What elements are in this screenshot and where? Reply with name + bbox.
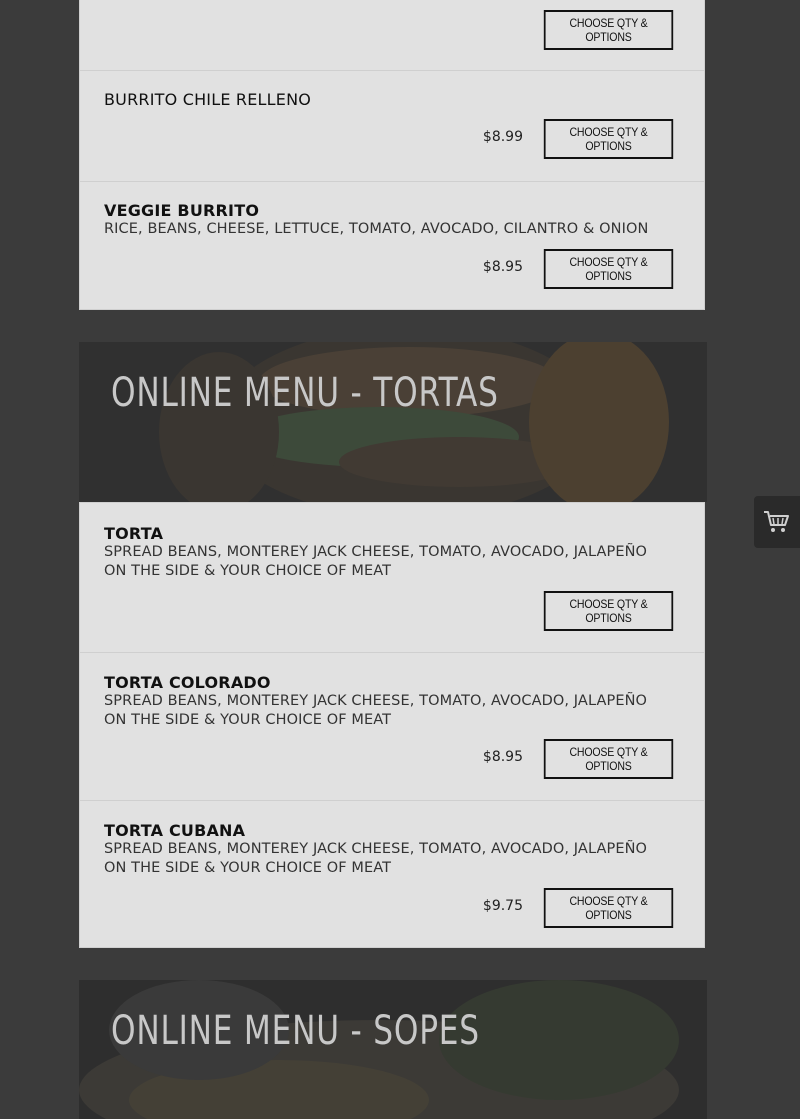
choose-qty-options-button[interactable]: CHOOSE QTY & OPTIONS bbox=[543, 119, 674, 159]
burritos-panel: CHOOSE QTY & OPTIONS BURRITO CHILE RELLE… bbox=[79, 0, 705, 310]
item-price: $8.99 bbox=[482, 129, 523, 145]
item-price: $9.75 bbox=[482, 898, 523, 914]
sopes-banner: ONLINE MENU - SOPES bbox=[79, 980, 707, 1119]
choose-qty-options-button[interactable]: CHOOSE QTY & OPTIONS bbox=[543, 10, 674, 50]
item-name: BURRITO CHILE RELLENO bbox=[104, 90, 312, 109]
item-description: SPREAD BEANS, MONTEREY JACK CHEESE, TOMA… bbox=[104, 693, 648, 728]
item-price: $8.95 bbox=[482, 749, 523, 765]
item-description: RICE, BEANS, CHEESE, LETTUCE, TOMATO, AV… bbox=[104, 221, 649, 237]
item-description: SPREAD BEANS, MONTEREY JACK CHEESE, TOMA… bbox=[104, 544, 648, 579]
item-name: TORTA bbox=[104, 524, 164, 543]
sopes-title: ONLINE MENU - SOPES bbox=[111, 1008, 480, 1054]
shopping-cart-icon bbox=[764, 511, 789, 532]
tortas-banner: ONLINE MENU - TORTAS bbox=[79, 342, 707, 502]
menu-item: CHOOSE QTY & OPTIONS bbox=[80, 0, 704, 71]
item-name: TORTA COLORADO bbox=[104, 673, 271, 692]
item-name: VEGGIE BURRITO bbox=[104, 201, 260, 220]
torta-photo bbox=[79, 342, 707, 502]
menu-item: VEGGIE BURRITO RICE, BEANS, CHEESE, LETT… bbox=[80, 182, 704, 311]
choose-qty-options-button[interactable]: CHOOSE QTY & OPTIONS bbox=[543, 739, 674, 779]
menu-item: TORTA SPREAD BEANS, MONTEREY JACK CHEESE… bbox=[80, 503, 704, 653]
choose-qty-options-button[interactable]: CHOOSE QTY & OPTIONS bbox=[543, 249, 674, 289]
menu-item: TORTA CUBANA SPREAD BEANS, MONTEREY JACK… bbox=[80, 801, 704, 949]
choose-qty-options-button[interactable]: CHOOSE QTY & OPTIONS bbox=[543, 591, 674, 631]
menu-item: BURRITO CHILE RELLENO $8.99 CHOOSE QTY &… bbox=[80, 71, 704, 182]
tortas-title: ONLINE MENU - TORTAS bbox=[111, 370, 499, 416]
cart-button[interactable] bbox=[754, 496, 800, 548]
choose-qty-options-button[interactable]: CHOOSE QTY & OPTIONS bbox=[543, 888, 674, 928]
item-name: TORTA CUBANA bbox=[104, 821, 246, 840]
menu-page: CHOOSE QTY & OPTIONS BURRITO CHILE RELLE… bbox=[0, 0, 800, 1119]
tortas-panel: TORTA SPREAD BEANS, MONTEREY JACK CHEESE… bbox=[79, 502, 705, 948]
menu-item: TORTA COLORADO SPREAD BEANS, MONTEREY JA… bbox=[80, 653, 704, 801]
item-description: SPREAD BEANS, MONTEREY JACK CHEESE, TOMA… bbox=[104, 841, 648, 876]
item-price: $8.95 bbox=[482, 259, 523, 275]
